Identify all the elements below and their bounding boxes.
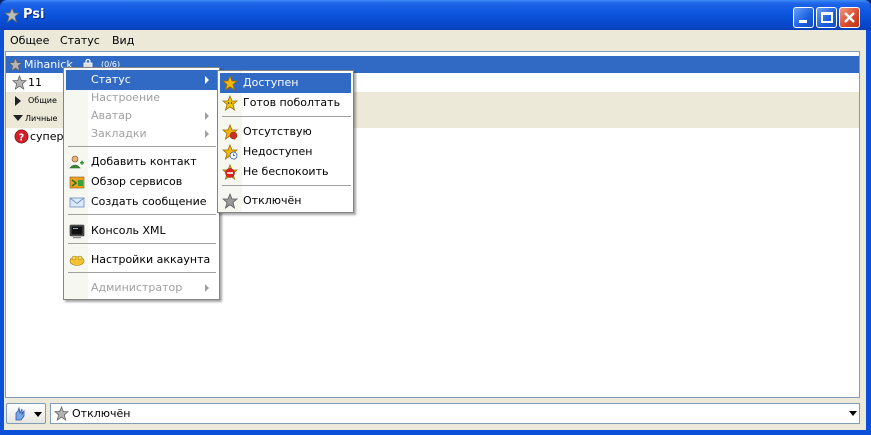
menu-item-bookmarks: Закладки	[66, 124, 217, 144]
close-icon	[844, 12, 855, 23]
menu-bar: Общее Статус Вид	[4, 30, 866, 50]
menu-item-label: Закладки	[91, 127, 147, 140]
menu-item-new-message[interactable]: Создать сообщение	[66, 192, 217, 212]
minimize-button[interactable]	[793, 7, 814, 28]
unknown-status-icon: ?	[14, 129, 29, 144]
status-bar: Отключён	[4, 401, 866, 427]
menu-item-label: Создать сообщение	[91, 195, 207, 208]
status-submenu: Доступен Готов поболтать Отсутствую Недо…	[217, 70, 354, 213]
menu-item-label: Аватар	[91, 109, 132, 122]
menu-item-label: Настройки аккаунта	[91, 253, 211, 266]
offline-star-icon	[8, 57, 23, 72]
menu-item-add-contact[interactable]: Добавить контакт	[66, 152, 217, 172]
menu-item-xml-console[interactable]: Консоль XML	[66, 221, 217, 241]
menu-general[interactable]: Общее	[10, 34, 49, 47]
menu-view[interactable]: Вид	[112, 34, 134, 47]
menu-separator	[68, 243, 216, 244]
offline-star-icon	[54, 406, 69, 421]
dnd-star-icon	[222, 164, 238, 180]
status-item-away[interactable]: Отсутствую	[220, 122, 351, 142]
offline-star-icon	[222, 193, 238, 209]
menu-separator	[222, 185, 351, 186]
account-settings-icon	[69, 255, 85, 266]
window-title: Psi	[23, 7, 45, 22]
submenu-arrow-icon	[205, 112, 209, 120]
menu-item-label: Настроение	[91, 91, 161, 104]
submenu-arrow-icon	[205, 76, 209, 84]
menu-item-account-settings[interactable]: Настройки аккаунта	[66, 250, 217, 270]
psi-star-icon	[4, 7, 20, 23]
menu-item-status[interactable]: Статус	[66, 70, 217, 90]
envelope-icon	[69, 197, 85, 208]
collapse-arrow-icon[interactable]	[13, 115, 23, 121]
expand-arrow-icon[interactable]	[15, 96, 21, 106]
menu-item-label: Отключён	[243, 194, 302, 207]
service-discovery-icon	[69, 176, 85, 189]
xa-star-icon	[222, 144, 238, 160]
menu-item-label: Консоль XML	[91, 224, 166, 237]
maximize-icon	[821, 12, 833, 23]
add-contact-icon	[69, 155, 84, 169]
group-name: Личные	[25, 114, 58, 123]
status-combo[interactable]: Отключён	[50, 403, 860, 424]
menu-status[interactable]: Статус	[60, 34, 100, 47]
menu-item-label: Не беспокоить	[243, 165, 329, 178]
status-item-dnd[interactable]: Не беспокоить	[220, 162, 351, 182]
offline-star-icon	[12, 75, 27, 90]
menu-separator	[222, 116, 351, 117]
maximize-button[interactable]	[816, 7, 837, 28]
menu-item-mood: Настроение	[66, 88, 217, 108]
menu-item-label: Доступен	[243, 76, 299, 89]
psi-hand-icon	[15, 406, 25, 421]
menu-item-avatar: Аватар	[66, 106, 217, 126]
online-star-icon	[222, 75, 238, 91]
contact-name: супер	[30, 130, 64, 143]
status-item-online[interactable]: Доступен	[220, 73, 351, 93]
menu-item-label: Недоступен	[243, 145, 313, 158]
submenu-arrow-icon	[205, 130, 209, 138]
submenu-arrow-icon	[205, 284, 209, 292]
svg-text:?: ?	[19, 132, 24, 143]
chat-star-icon	[222, 95, 238, 111]
menu-item-service-discovery[interactable]: Обзор сервисов	[66, 172, 217, 192]
current-status: Отключён	[72, 407, 131, 420]
status-item-chat[interactable]: Готов поболтать	[220, 93, 351, 113]
menu-item-label: Обзор сервисов	[91, 175, 183, 188]
close-button[interactable]	[839, 7, 860, 28]
menu-separator	[68, 146, 216, 147]
away-star-icon	[222, 124, 238, 140]
title-bar[interactable]: Psi	[0, 0, 871, 30]
menu-separator	[68, 214, 216, 215]
contact-name: 11	[28, 76, 42, 89]
status-item-offline[interactable]: Отключён	[220, 191, 351, 211]
minimize-icon	[799, 20, 807, 23]
console-icon	[69, 224, 85, 239]
menu-item-label: Готов поболтать	[243, 96, 341, 109]
menu-item-label: Добавить контакт	[91, 155, 197, 168]
group-name: Общие	[28, 96, 57, 105]
menu-item-label: Отсутствую	[243, 125, 312, 138]
status-item-xa[interactable]: Недоступен	[220, 142, 351, 162]
menu-item-label: Статус	[91, 73, 131, 86]
options-button[interactable]	[6, 403, 46, 424]
menu-item-administrator: Администратор	[66, 278, 217, 298]
menu-item-label: Администратор	[91, 281, 183, 294]
menu-separator	[68, 272, 216, 273]
chevron-down-icon	[34, 412, 42, 417]
chevron-down-icon[interactable]	[849, 411, 857, 416]
account-context-menu: Статус Настроение Аватар Закладки Добави…	[63, 67, 220, 300]
